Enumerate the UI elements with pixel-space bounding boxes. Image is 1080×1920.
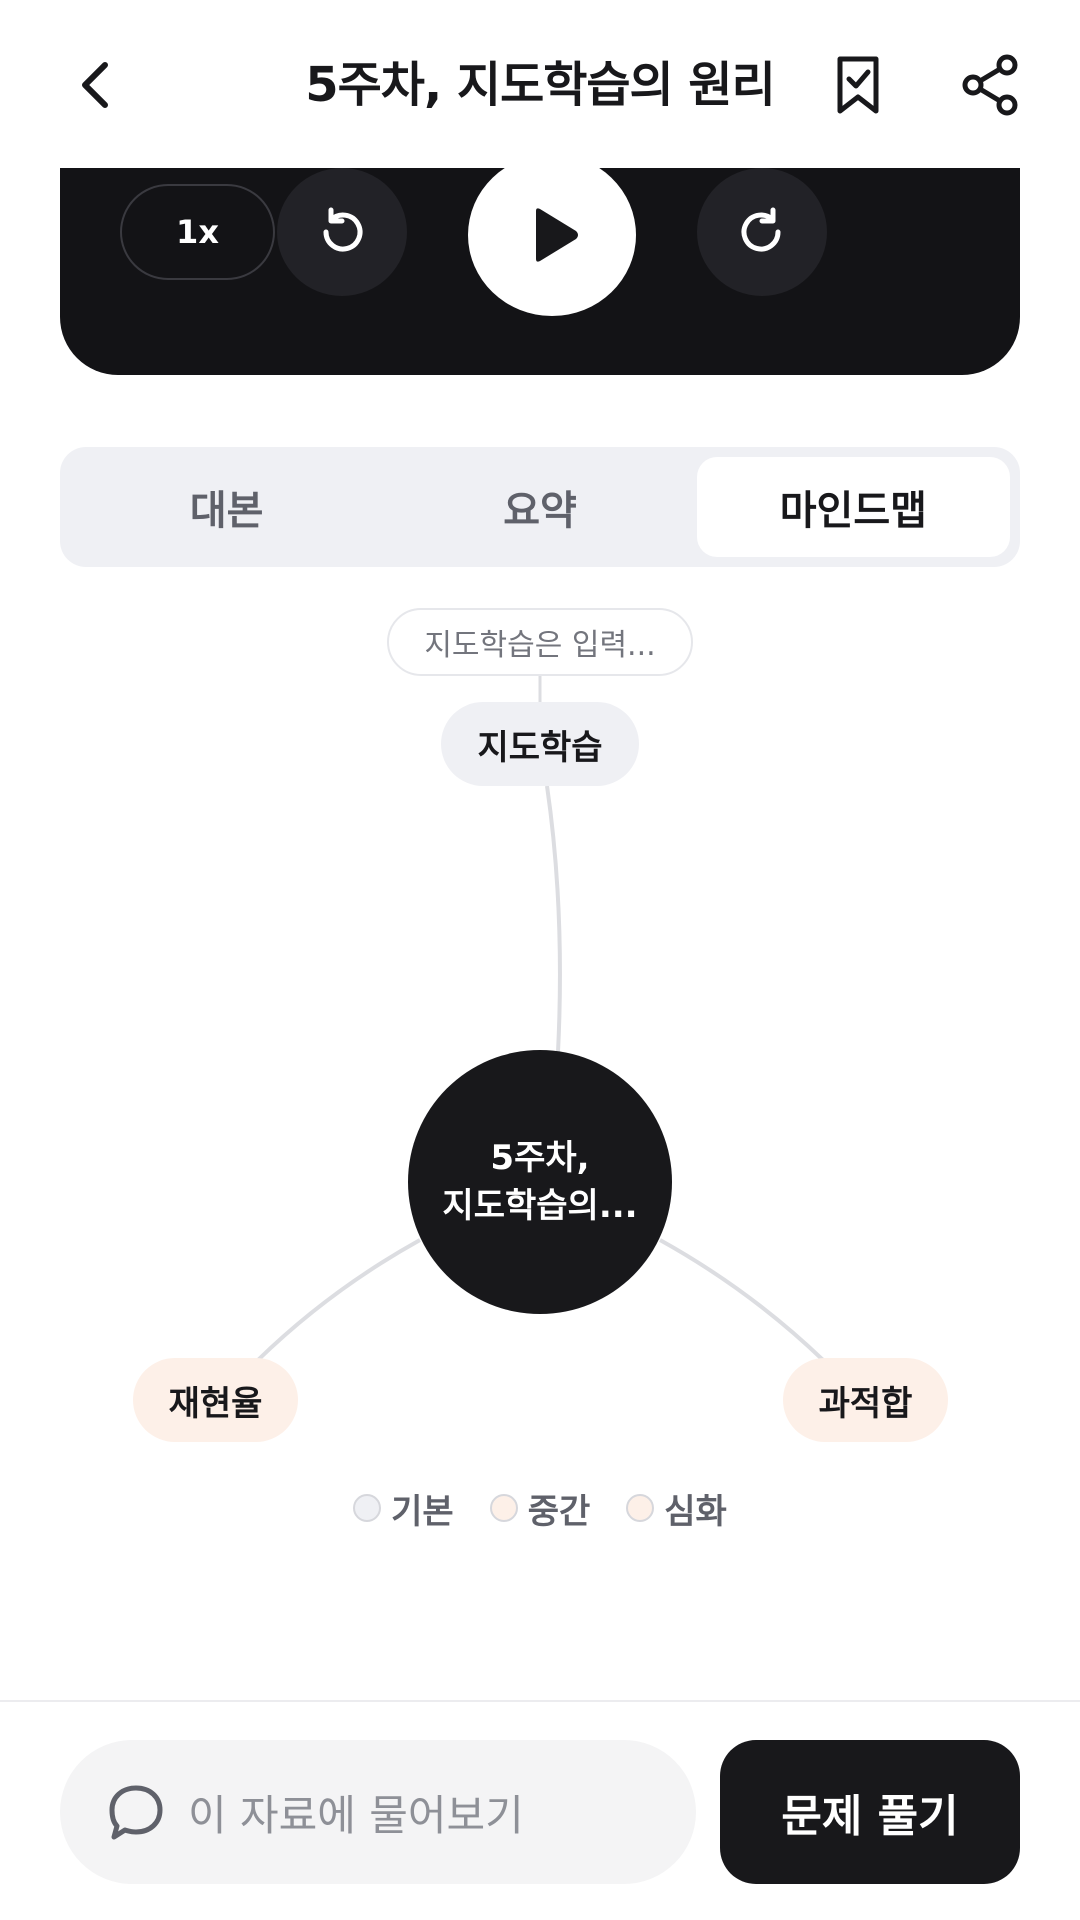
rotate-cw-icon (741, 207, 781, 252)
play-button[interactable] (468, 154, 636, 316)
legend-label: 중간 (527, 1491, 591, 1532)
bookmark-check-icon (837, 56, 879, 114)
legend-dot (353, 1494, 382, 1522)
legend-dot (489, 1494, 518, 1522)
legend-label: 기본 (391, 1491, 454, 1532)
bottom-divider (0, 1700, 1080, 1702)
legend-item: 기본 (353, 1484, 454, 1533)
tab-summary[interactable]: 요약 (383, 457, 696, 557)
node-note[interactable]: 지도학습은 입력... (387, 608, 693, 676)
solve-problems-button[interactable]: 문제 풀기 (720, 1740, 1020, 1884)
lecture-page: 5주차, 지도학습의 원리 1x 대본 요약 마인드맵 지도학습은 입력... … (0, 0, 1080, 1920)
rewind-button[interactable] (277, 168, 407, 296)
share-icon (962, 54, 1018, 116)
tab-script[interactable]: 대본 (70, 457, 383, 557)
legend-item: 중간 (489, 1484, 591, 1533)
node-center-line2: 지도학습의... (442, 1186, 638, 1226)
mindmap-canvas[interactable]: 지도학습은 입력... 지도학습 5주차, 지도학습의... 재현율 과적합 (0, 590, 1080, 1490)
back-button[interactable] (60, 50, 130, 120)
forward-button[interactable] (697, 168, 827, 296)
node-recall[interactable]: 재현율 (133, 1358, 298, 1442)
play-icon (536, 208, 578, 262)
legend-item: 심화 (626, 1484, 727, 1533)
ask-input-placeholder: 이 자료에 물어보기 (188, 1790, 524, 1840)
node-overfitting[interactable]: 과적합 (783, 1358, 948, 1442)
tab-mindmap[interactable]: 마인드맵 (696, 457, 1010, 557)
mindmap-legend: 기본 중간 심화 (0, 1480, 1080, 1536)
chat-bubble-icon (109, 1785, 163, 1840)
chevron-left-icon (82, 62, 108, 108)
page-title: 5주차, 지도학습의 원리 (305, 57, 776, 113)
share-button[interactable] (952, 46, 1030, 124)
ask-input[interactable]: 이 자료에 물어보기 (60, 1740, 696, 1884)
header: 5주차, 지도학습의 원리 (0, 0, 1080, 168)
playback-speed-button[interactable]: 1x (120, 184, 275, 280)
rotate-ccw-icon (323, 207, 363, 252)
node-center-line1: 5주차, (490, 1138, 590, 1178)
node-center[interactable]: 5주차, 지도학습의... (408, 1050, 672, 1314)
legend-label: 심화 (664, 1491, 727, 1532)
content-tabs: 대본 요약 마인드맵 (60, 447, 1020, 567)
audio-player: 1x (60, 154, 1020, 375)
bookmark-button[interactable] (822, 46, 894, 124)
legend-dot (626, 1494, 655, 1522)
node-supervised-learning[interactable]: 지도학습 (441, 702, 639, 786)
